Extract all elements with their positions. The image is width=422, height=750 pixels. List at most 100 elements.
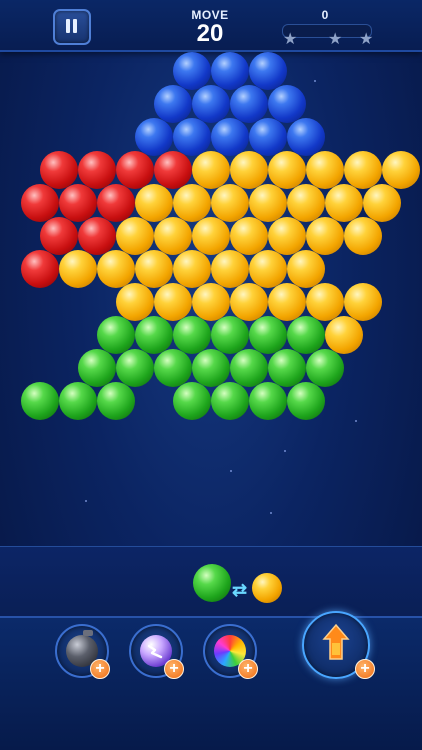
star-icon: ★	[328, 31, 343, 48]
yellow-bubble	[306, 217, 344, 255]
yellow-bubble	[306, 151, 344, 189]
red-bubble	[59, 184, 97, 222]
green-bubble	[268, 349, 306, 387]
blue-bubble	[211, 118, 249, 156]
red-bubble	[154, 151, 192, 189]
yellow-bubble	[344, 283, 382, 321]
green-bubble	[287, 316, 325, 354]
yellow-bubble	[116, 217, 154, 255]
yellow-bubble	[97, 250, 135, 288]
yellow-bubble	[382, 151, 420, 189]
yellow-bubble	[325, 184, 363, 222]
green-bubble	[211, 382, 249, 420]
add-bomb-button[interactable]: +	[90, 659, 110, 679]
red-bubble	[116, 151, 154, 189]
yellow-bubble	[268, 151, 306, 189]
red-bubble	[40, 151, 78, 189]
green-bubble	[249, 316, 287, 354]
blue-bubble	[268, 85, 306, 123]
red-bubble	[21, 250, 59, 288]
background-star	[85, 500, 87, 502]
add-lightning-button[interactable]: +	[164, 659, 184, 679]
red-bubble	[78, 217, 116, 255]
blue-bubble	[211, 52, 249, 90]
red-bubble	[97, 184, 135, 222]
moves-remaining: 20	[196, 20, 224, 47]
swap-icon[interactable]: ⇄	[232, 580, 247, 601]
blue-bubble	[154, 85, 192, 123]
green-bubble	[116, 349, 154, 387]
yellow-bubble	[249, 250, 287, 288]
green-bubble	[306, 349, 344, 387]
green-bubble	[78, 349, 116, 387]
yellow-bubble	[306, 283, 344, 321]
blue-bubble	[249, 52, 287, 90]
yellow-bubble	[344, 151, 382, 189]
yellow-bubble	[287, 250, 325, 288]
blue-bubble	[249, 118, 287, 156]
yellow-bubble	[268, 283, 306, 321]
yellow-bubble	[249, 184, 287, 222]
game-screen: MOVE 20 0 ★ ★ ★ ⇄ + + + +	[0, 0, 422, 750]
background-star	[314, 80, 316, 82]
red-bubble	[21, 184, 59, 222]
red-bubble	[78, 151, 116, 189]
green-bubble	[211, 316, 249, 354]
yellow-bubble	[211, 184, 249, 222]
background-star	[284, 450, 286, 452]
yellow-bubble	[230, 217, 268, 255]
blue-bubble	[173, 52, 211, 90]
bomb-fuse	[83, 630, 93, 636]
green-bubble	[192, 349, 230, 387]
add-rainbow-button[interactable]: +	[238, 659, 258, 679]
blue-bubble	[287, 118, 325, 156]
yellow-bubble	[287, 184, 325, 222]
yellow-bubble	[192, 151, 230, 189]
green-bubble	[135, 316, 173, 354]
yellow-bubble	[154, 217, 192, 255]
green-bubble	[59, 382, 97, 420]
green-bubble	[154, 349, 192, 387]
yellow-bubble	[173, 184, 211, 222]
star-icon: ★	[359, 31, 374, 48]
green-bubble	[97, 316, 135, 354]
bubble-field[interactable]	[0, 52, 422, 546]
blue-bubble	[173, 118, 211, 156]
green-bubble	[21, 382, 59, 420]
blue-bubble	[192, 85, 230, 123]
yellow-bubble	[135, 184, 173, 222]
green-bubble	[173, 316, 211, 354]
yellow-bubble	[173, 250, 211, 288]
yellow-bubble	[192, 283, 230, 321]
yellow-bubble	[325, 316, 363, 354]
yellow-bubble	[230, 151, 268, 189]
green-bubble	[173, 382, 211, 420]
yellow-bubble	[192, 217, 230, 255]
red-bubble	[40, 217, 78, 255]
yellow-bubble	[59, 250, 97, 288]
blue-bubble	[135, 118, 173, 156]
yellow-bubble	[116, 283, 154, 321]
top-bar: MOVE 20 0 ★ ★ ★	[0, 0, 422, 52]
shooter-bubble[interactable]	[193, 564, 231, 602]
green-bubble	[249, 382, 287, 420]
background-star	[230, 470, 232, 472]
yellow-bubble	[268, 217, 306, 255]
background-star	[355, 420, 357, 422]
background-star	[270, 512, 272, 514]
yellow-bubble	[344, 217, 382, 255]
yellow-bubble	[230, 283, 268, 321]
star-icon: ★	[283, 31, 298, 48]
blue-bubble	[230, 85, 268, 123]
green-bubble	[230, 349, 268, 387]
next-bubble[interactable]	[252, 573, 282, 603]
yellow-bubble	[211, 250, 249, 288]
yellow-bubble	[135, 250, 173, 288]
score-value: 0	[321, 8, 329, 22]
yellow-bubble	[363, 184, 401, 222]
add-rocket-button[interactable]: +	[355, 659, 375, 679]
pause-button[interactable]	[53, 9, 91, 45]
green-bubble	[97, 382, 135, 420]
green-bubble	[287, 382, 325, 420]
yellow-bubble	[154, 283, 192, 321]
